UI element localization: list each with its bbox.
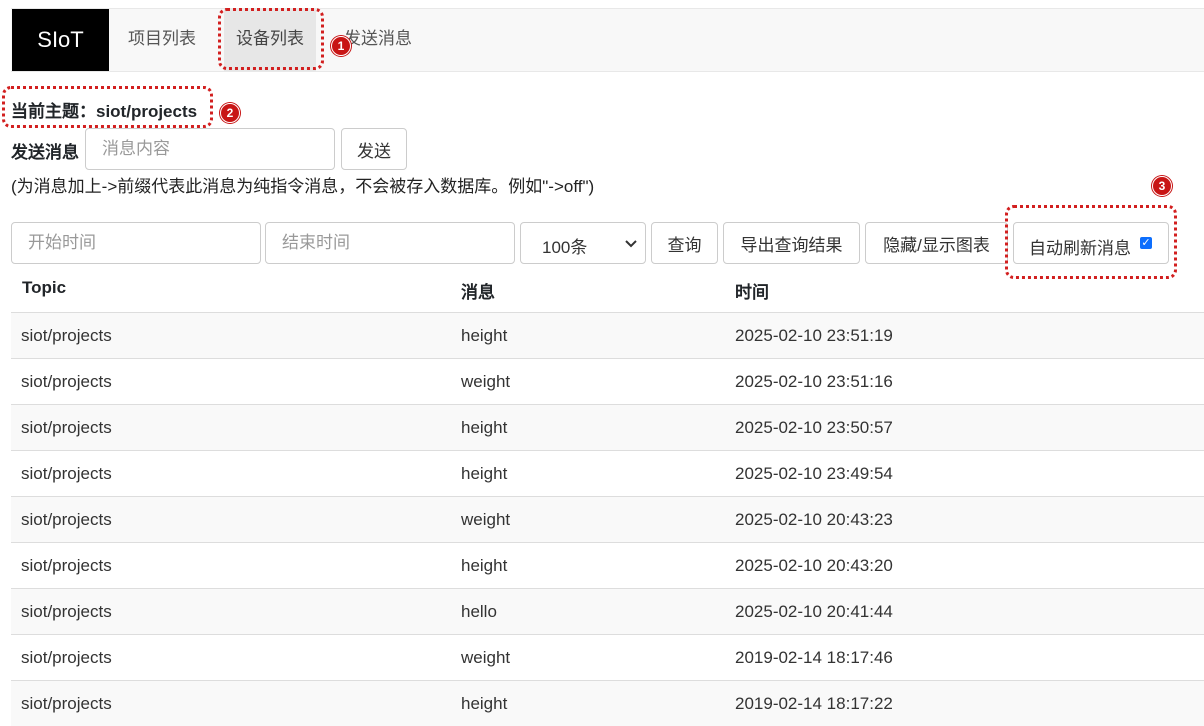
table-row: siot/projects height 2025-02-10 23:51:19 <box>11 312 1204 358</box>
brand-logo[interactable]: SIoT <box>12 9 109 71</box>
cell-topic: siot/projects <box>21 464 112 483</box>
cell-topic: siot/projects <box>21 694 112 713</box>
cell-time: 2025-02-10 20:41:44 <box>735 602 893 621</box>
column-header-message: 消息 <box>461 283 495 302</box>
table-row: siot/projects weight 2025-02-10 23:51:16 <box>11 358 1204 404</box>
table-row: siot/projects height 2025-02-10 20:43:20 <box>11 542 1204 588</box>
cell-topic: siot/projects <box>21 510 112 529</box>
cell-topic: siot/projects <box>21 648 112 667</box>
column-header-topic: Topic <box>22 278 67 297</box>
column-header-time: 时间 <box>735 283 769 302</box>
annotation-badge-1: 1 <box>331 36 351 56</box>
cell-message: weight <box>461 372 511 391</box>
cell-message: weight <box>461 648 511 667</box>
cell-time: 2025-02-10 23:51:19 <box>735 326 893 345</box>
cell-message: height <box>461 694 508 713</box>
annotation-box-1 <box>218 8 324 70</box>
send-hint-text: (为消息加上->前缀代表此消息为纯指令消息，不会被存入数据库。例如"->off"… <box>11 177 595 196</box>
send-button[interactable]: 发送 <box>341 128 407 170</box>
cell-topic: siot/projects <box>21 372 112 391</box>
table-row: siot/projects hello 2025-02-10 20:41:44 <box>11 588 1204 634</box>
table-row: siot/projects height 2025-02-10 23:49:54 <box>11 450 1204 496</box>
annotation-box-2 <box>2 86 213 128</box>
cell-topic: siot/projects <box>21 602 112 621</box>
cell-topic: siot/projects <box>21 326 112 345</box>
cell-message: weight <box>461 510 511 529</box>
table-row: siot/projects height 2019-02-14 18:17:22 <box>11 680 1204 726</box>
export-results-button[interactable]: 导出查询结果 <box>723 222 860 264</box>
cell-topic: siot/projects <box>21 556 112 575</box>
cell-message: height <box>461 464 508 483</box>
start-time-input[interactable] <box>11 222 261 264</box>
cell-topic: siot/projects <box>21 418 112 437</box>
table-header: Topic 消息 时间 <box>11 266 1204 314</box>
cell-time: 2019-02-14 18:17:46 <box>735 648 893 667</box>
cell-message: hello <box>461 602 497 621</box>
cell-message: height <box>461 556 508 575</box>
cell-time: 2025-02-10 20:43:23 <box>735 510 893 529</box>
toggle-chart-button[interactable]: 隐藏/显示图表 <box>865 222 1008 264</box>
limit-select[interactable]: 100条 <box>520 222 646 264</box>
cell-time: 2019-02-14 18:17:22 <box>735 694 893 713</box>
cell-time: 2025-02-10 23:49:54 <box>735 464 893 483</box>
message-content-input[interactable] <box>85 128 335 170</box>
cell-time: 2025-02-10 20:43:20 <box>735 556 893 575</box>
nav-item-projects[interactable]: 项目列表 <box>116 9 208 71</box>
annotation-badge-3: 3 <box>1152 176 1172 196</box>
query-button[interactable]: 查询 <box>651 222 718 264</box>
cell-time: 2025-02-10 23:51:16 <box>735 372 893 391</box>
annotation-badge-2: 2 <box>220 103 240 123</box>
cell-time: 2025-02-10 23:50:57 <box>735 418 893 437</box>
chevron-down-icon <box>625 240 637 248</box>
cell-message: height <box>461 418 508 437</box>
table-row: siot/projects weight 2019-02-14 18:17:46 <box>11 634 1204 680</box>
end-time-input[interactable] <box>265 222 515 264</box>
table-row: siot/projects height 2025-02-10 23:50:57 <box>11 404 1204 450</box>
limit-select-value: 100条 <box>542 238 588 257</box>
send-message-label: 发送消息 <box>11 143 79 162</box>
cell-message: height <box>461 326 508 345</box>
table-row: siot/projects weight 2025-02-10 20:43:23 <box>11 496 1204 542</box>
